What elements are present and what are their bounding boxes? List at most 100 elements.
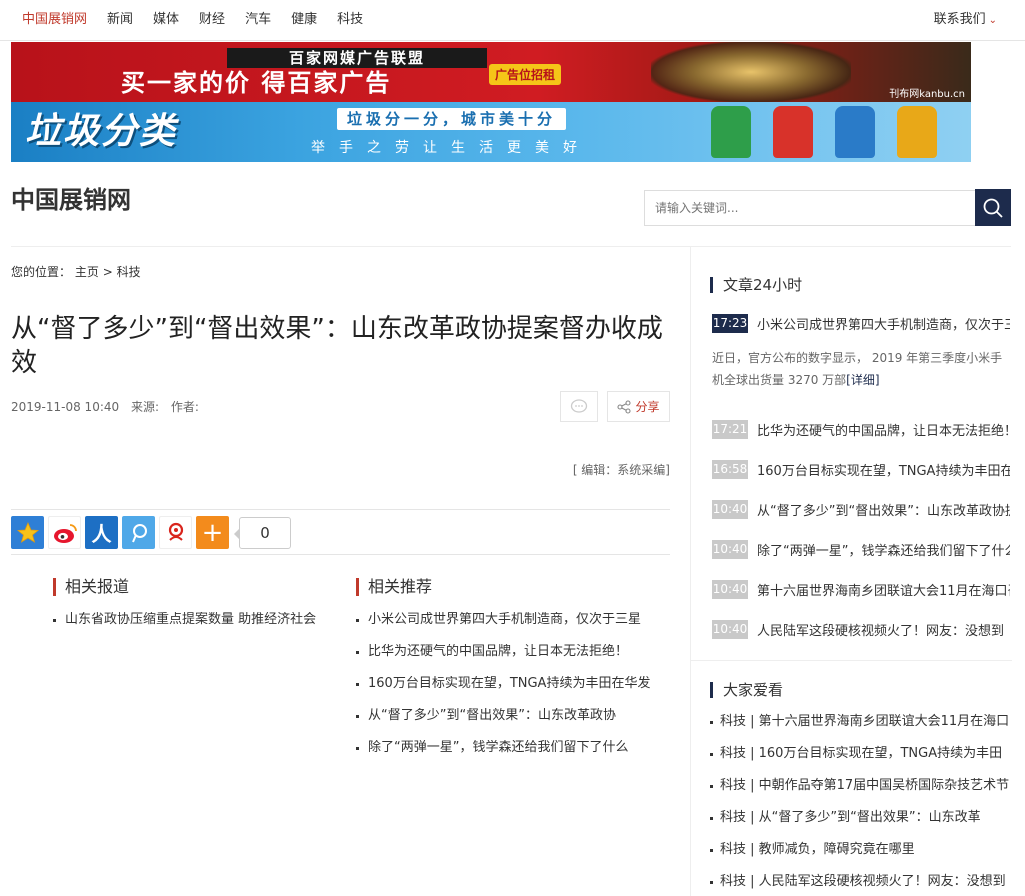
related-report-item[interactable]: 山东省政协压缩重点提案数量 助推经济社会 bbox=[53, 612, 338, 628]
share-top-divider bbox=[11, 509, 670, 510]
popular-item[interactable]: 科技 | 教师减负，障碍究竟在哪里 bbox=[710, 841, 1012, 859]
renren-icon[interactable]: 人 bbox=[85, 516, 118, 549]
time-badge: 17:23 bbox=[712, 314, 748, 333]
article-title: 从“督了多少”到“督出效果”：山东改革政协提案督办收成效 bbox=[11, 314, 663, 378]
breadcrumb: 您的位置： 主页 > 科技 bbox=[11, 263, 141, 281]
hot-list-item[interactable]: 10:40 从“督了多少”到“督出效果”：山东改革政协提案 bbox=[712, 500, 1012, 519]
hot-item-title: 160万台目标实现在望，TNGA持续为丰田在华发力 bbox=[757, 464, 1010, 479]
header-divider bbox=[11, 246, 1011, 247]
contact-us-menu[interactable]: 联系我们 ⌄ bbox=[934, 11, 997, 30]
article-source: 来源: bbox=[130, 400, 160, 414]
time-badge: 17:21 bbox=[712, 420, 748, 439]
qzone-star-icon[interactable] bbox=[11, 516, 44, 549]
time-badge: 10:40 bbox=[712, 580, 748, 599]
share-button[interactable]: 分享 bbox=[607, 391, 670, 422]
hot-item-title: 从“督了多少”到“督出效果”：山东改革政协提案 bbox=[757, 504, 1010, 519]
nav-item-news[interactable]: 新闻 bbox=[107, 11, 133, 29]
nav-item-auto[interactable]: 汽车 bbox=[245, 11, 271, 29]
hot-24h-heading: 文章24小时 bbox=[710, 277, 802, 293]
popular-item[interactable]: 科技 | 从“督了多少”到“督出效果”：山东改革 bbox=[710, 809, 1012, 827]
chevron-down-icon: ⌄ bbox=[988, 15, 997, 26]
related-reports-heading: 相关报道 bbox=[53, 578, 353, 596]
comment-button[interactable] bbox=[560, 391, 598, 422]
hot-list-item[interactable]: 10:40 第十六届世界海南乡团联谊大会11月在海口召开 bbox=[712, 580, 1012, 599]
related-recommend-heading: 相关推荐 bbox=[356, 578, 656, 596]
more-share-plus-icon[interactable]: + bbox=[196, 516, 229, 549]
banner-alliance-heading: 百家网媒广告联盟 bbox=[227, 48, 487, 68]
banner-alliance-slogan: 买一家的价 得百家广告 bbox=[121, 69, 392, 97]
time-badge: 10:40 bbox=[712, 500, 748, 519]
share-count: 0 bbox=[234, 516, 291, 549]
ad-banner-garbage-sorting[interactable]: 垃圾分类 垃圾分一分，城市美十分 举手之劳让生活更美好 bbox=[11, 102, 971, 162]
related-recommend-item[interactable]: 除了“两弹一星”，钱学森还给我们留下了什么 bbox=[356, 740, 656, 756]
banner-garbage-title: 垃圾分类 bbox=[25, 111, 178, 152]
article-meta: 2019-11-08 10:40 来源: 作者: bbox=[11, 399, 207, 415]
warrior-figure-image bbox=[651, 42, 851, 102]
share-label: 分享 bbox=[635, 400, 660, 414]
yellow-bin-icon bbox=[897, 106, 937, 158]
popular-list: 科技 | 第十六届世界海南乡团联谊大会11月在海口 科技 | 160万台目标实现… bbox=[710, 713, 1012, 896]
douban-icon[interactable] bbox=[159, 516, 192, 549]
time-badge: 10:40 bbox=[712, 620, 748, 639]
related-recommend-item[interactable]: 比华为还硬气的中国品牌，让日本无法拒绝！ bbox=[356, 644, 656, 660]
hot-item-title: 比华为还硬气的中国品牌，让日本无法拒绝！ bbox=[757, 424, 1010, 439]
article-editor: [ 编辑：系统采编] bbox=[572, 463, 670, 477]
hot-item-title: 除了“两弹一星”，钱学森还给我们留下了什么 bbox=[757, 544, 1010, 559]
search-input[interactable] bbox=[644, 190, 976, 226]
social-share-bar: 人 + 0 bbox=[11, 516, 291, 549]
red-bin-icon bbox=[773, 106, 813, 158]
nav-item-health[interactable]: 健康 bbox=[291, 11, 317, 29]
hot-item-title[interactable]: 小米公司成世界第四大手机制造商，仅次于三星 bbox=[757, 314, 1010, 333]
popular-heading: 大家爱看 bbox=[710, 682, 783, 698]
site-logo-title[interactable]: 中国展销网 bbox=[11, 184, 131, 216]
related-recommend-item[interactable]: 从“督了多少”到“督出效果”：山东改革政协 bbox=[356, 708, 656, 724]
search-button[interactable] bbox=[975, 189, 1011, 226]
sidebar-divider bbox=[690, 247, 691, 896]
hot-list-item[interactable]: 10:40 除了“两弹一星”，钱学森还给我们留下了什么 bbox=[712, 540, 1012, 559]
blue-bin-icon bbox=[835, 106, 875, 158]
breadcrumb-separator: > bbox=[102, 265, 113, 279]
nav-item-finance[interactable]: 财经 bbox=[199, 11, 225, 29]
banner-garbage-subtitle: 垃圾分一分，城市美十分 bbox=[337, 108, 567, 130]
hot-first-item: 17:23 小米公司成世界第四大手机制造商，仅次于三星 近日，官方公布的数字显示… bbox=[712, 314, 1012, 391]
detail-link[interactable]: [详细] bbox=[846, 373, 879, 387]
weibo-icon[interactable] bbox=[48, 516, 81, 549]
hot-list: 17:21 比华为还硬气的中国品牌，让日本无法拒绝！ 16:58 160万台目标… bbox=[712, 420, 1012, 660]
banner-ad-tag: 广告位招租 bbox=[489, 64, 562, 85]
nav-item-media[interactable]: 媒体 bbox=[153, 11, 179, 29]
top-nav: 中国展销网 新闻 媒体 财经 汽车 健康 科技 联系我们 ⌄ bbox=[0, 0, 1025, 41]
breadcrumb-home-link[interactable]: 主页 bbox=[75, 265, 99, 279]
time-badge: 16:58 bbox=[712, 460, 748, 479]
hot-item-summary: 近日，官方公布的数字显示， 2019 年第三季度小米手机全球出货量 3270 万… bbox=[712, 347, 1012, 391]
ad-banner-alliance[interactable]: 百家网媒广告联盟 买一家的价 得百家广告 广告位招租 刊布网kanbu.cn bbox=[11, 42, 971, 102]
hot-item-title: 人民陆军这段硬核视频火了！网友：没想到 bbox=[757, 624, 1005, 639]
nav-item-home[interactable]: 中国展销网 bbox=[22, 11, 87, 29]
hot-list-item[interactable]: 17:21 比华为还硬气的中国品牌，让日本无法拒绝！ bbox=[712, 420, 1012, 439]
hot-list-item[interactable]: 10:40 人民陆军这段硬核视频火了！网友：没想到 bbox=[712, 620, 1012, 639]
hot-list-item[interactable]: 16:58 160万台目标实现在望，TNGA持续为丰田在华发力 bbox=[712, 460, 1012, 479]
tencent-weibo-icon[interactable] bbox=[122, 516, 155, 549]
green-bin-icon bbox=[711, 106, 751, 158]
nav-item-tech[interactable]: 科技 bbox=[337, 11, 363, 29]
related-recommend-item[interactable]: 160万台目标实现在望，TNGA持续为丰田在华发 bbox=[356, 676, 656, 692]
popular-item[interactable]: 科技 | 中朝作品夺第17届中国吴桥国际杂技艺术节 bbox=[710, 777, 1012, 795]
search-icon bbox=[983, 198, 1003, 218]
popular-item[interactable]: 科技 | 160万台目标实现在望，TNGA持续为丰田 bbox=[710, 745, 1012, 763]
breadcrumb-section-link[interactable]: 科技 bbox=[117, 265, 141, 279]
hot-item-title: 第十六届世界海南乡团联谊大会11月在海口召开 bbox=[757, 584, 1010, 599]
article-date: 2019-11-08 10:40 bbox=[11, 400, 120, 414]
related-recommend-item[interactable]: 小米公司成世界第四大手机制造商，仅次于三星 bbox=[356, 612, 656, 628]
sidebar-section-divider bbox=[691, 660, 1012, 661]
share-bottom-divider bbox=[11, 554, 670, 555]
garbage-bins-image bbox=[711, 106, 937, 158]
banner-garbage-slogan: 举手之劳让生活更美好 bbox=[311, 140, 591, 156]
time-badge: 10:40 bbox=[712, 540, 748, 559]
related-reports-section: 相关报道 山东省政协压缩重点提案数量 助推经济社会 bbox=[53, 578, 353, 644]
breadcrumb-label: 您的位置： bbox=[11, 265, 72, 279]
article-author: 作者: bbox=[170, 400, 199, 414]
share-icon bbox=[617, 399, 632, 414]
popular-item[interactable]: 科技 | 第十六届世界海南乡团联谊大会11月在海口 bbox=[710, 713, 1012, 731]
contact-us-label: 联系我们 bbox=[933, 12, 986, 27]
popular-item[interactable]: 科技 | 人民陆军这段硬核视频火了！网友：没想到 bbox=[710, 873, 1012, 891]
banner-site-name: 刊布网kanbu.cn bbox=[889, 89, 965, 100]
